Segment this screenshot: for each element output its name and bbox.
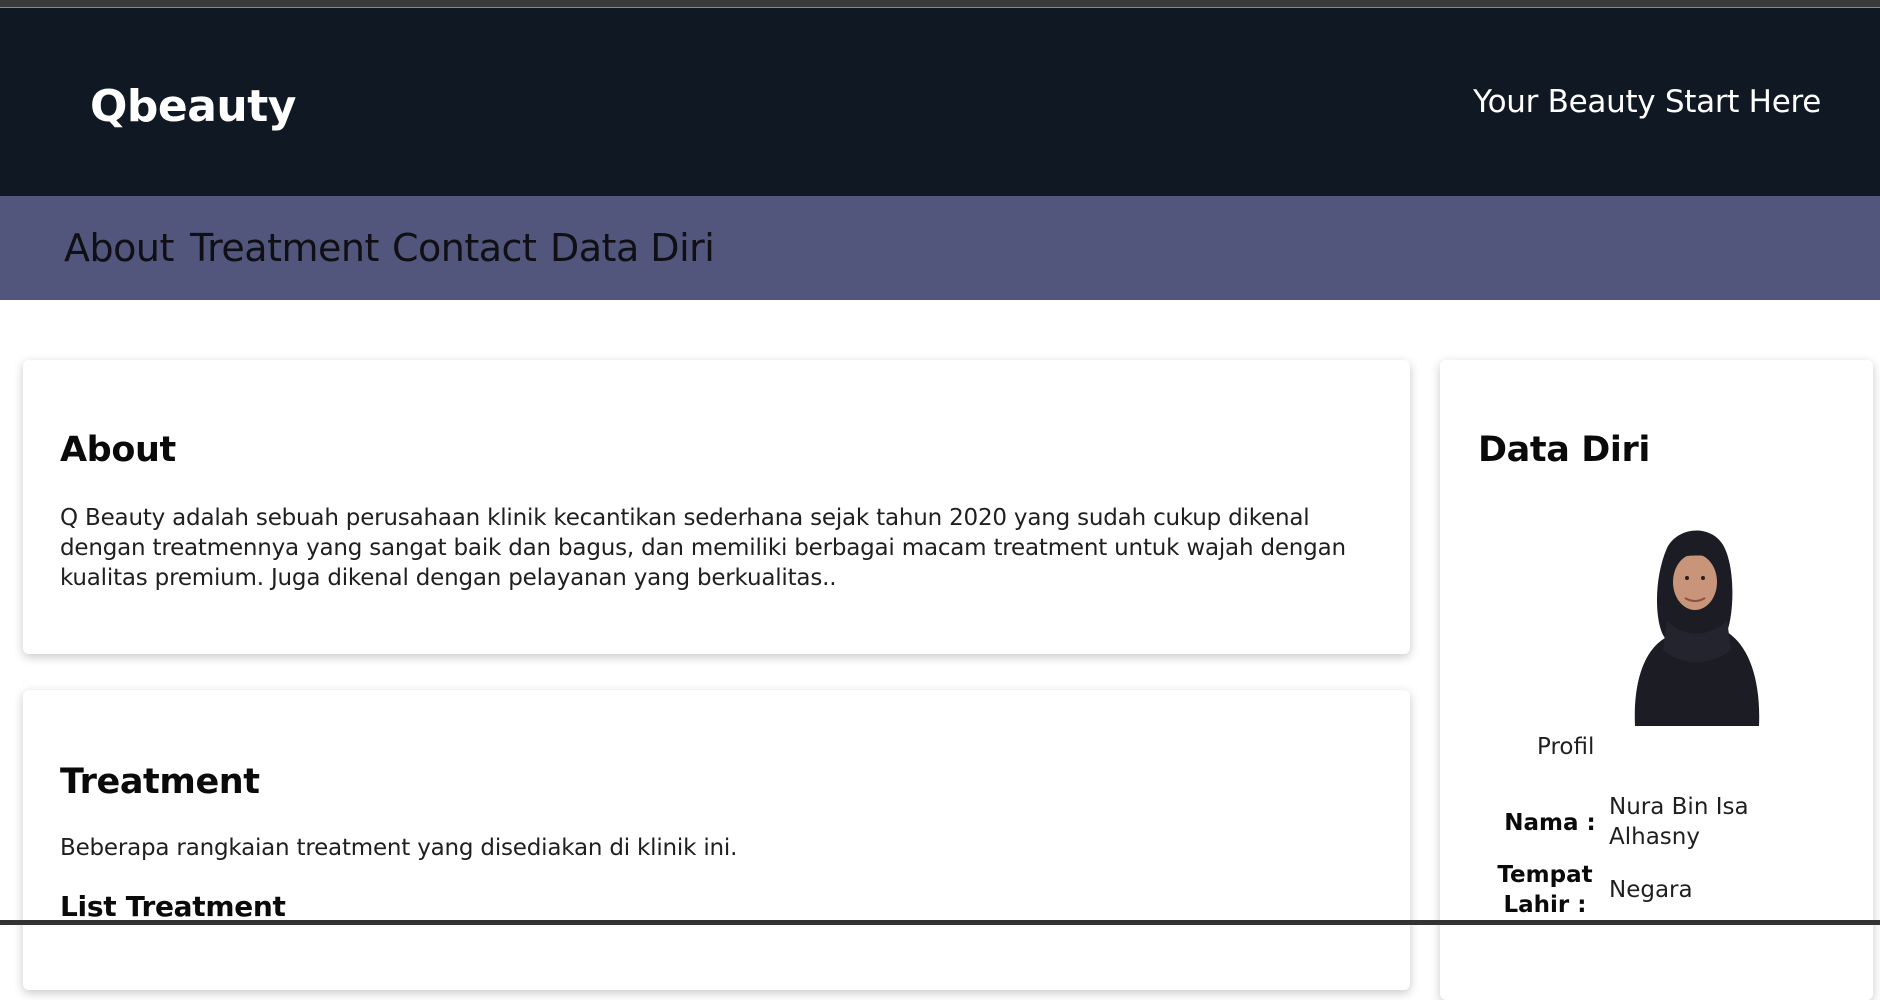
profile-photo [1615,520,1765,726]
about-heading: About [60,430,176,470]
about-text: Q Beauty adalah sebuah perusahaan klinik… [60,505,1346,591]
main-nav: About Treatment Contact Data Diri [0,196,1880,300]
treatment-text: Beberapa rangkaian treatment yang disedi… [60,835,738,861]
tempat-lahir-value: Negara [1609,877,1693,903]
site-tagline: Your Beauty Start Here [1473,84,1821,120]
nav-item-treatment[interactable]: Treatment [190,226,379,270]
nama-value: Nura Bin Isa Alhasny [1609,794,1749,850]
nav-item-data-diri[interactable]: Data Diri [550,226,715,270]
nama-label: Nama : [1504,810,1596,836]
treatment-card: Treatment Beberapa rangkaian treatment y… [23,690,1410,990]
treatment-heading: Treatment [60,762,260,802]
data-diri-card: Data Diri Profil Nama : Nura Bin Isa Alh… [1440,360,1873,1000]
list-treatment-heading: List Treatment [60,890,286,923]
browser-bottom-bar [0,920,1880,925]
nav-item-contact[interactable]: Contact [392,226,537,270]
site-header: Qbeauty Your Beauty Start Here [0,8,1880,196]
nav-item-about[interactable]: About [64,226,174,270]
browser-top-bar [0,0,1880,8]
tempat-lahir-label: Tempat Lahir : [1497,862,1593,918]
data-diri-heading: Data Diri [1478,430,1650,470]
profile-caption: Profil [1537,734,1595,760]
about-card: About Q Beauty adalah sebuah perusahaan … [23,360,1410,654]
site-logo[interactable]: Qbeauty [90,81,296,132]
